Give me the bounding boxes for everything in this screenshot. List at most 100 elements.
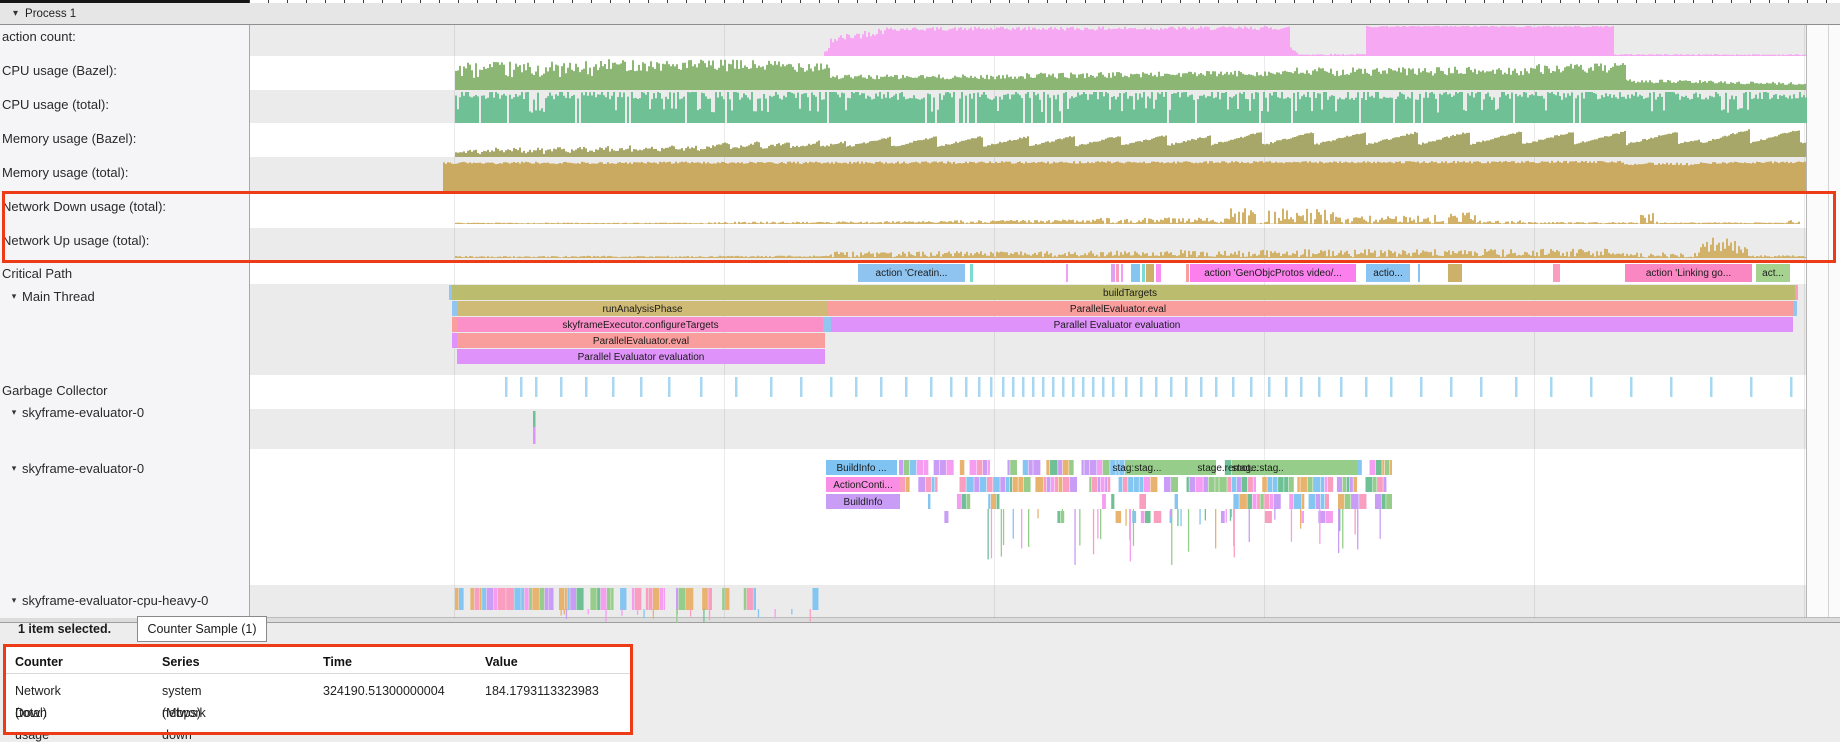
evaluator-slice[interactable]	[1170, 511, 1172, 523]
evaluator-slice[interactable]	[924, 460, 929, 475]
collapse-triangle-icon[interactable]: ▾	[13, 8, 18, 19]
evaluator-slice[interactable]	[1375, 494, 1381, 509]
evaluator-slice[interactable]	[1347, 477, 1350, 492]
evaluator-slice[interactable]	[1141, 511, 1145, 523]
evaluator-slice[interactable]	[1061, 511, 1065, 523]
sidebar-row-cpu-usage-total-[interactable]: CPU usage (total):	[0, 96, 246, 112]
evaluator-slice[interactable]	[1024, 477, 1031, 492]
evaluator-slice[interactable]	[1139, 477, 1143, 492]
evaluator-slice[interactable]	[1390, 460, 1392, 475]
evaluator-slice[interactable]	[1353, 477, 1357, 492]
sidebar-row-action-count-[interactable]: action count:	[0, 28, 246, 44]
sidebar-row-skyframe-evaluator-cpu-heavy-0[interactable]: ▾skyframe-evaluator-cpu-heavy-0	[0, 592, 246, 608]
critical-path-slice[interactable]	[1146, 264, 1154, 282]
critical-path-slice[interactable]	[1142, 264, 1145, 282]
evaluator-slice[interactable]	[1241, 477, 1247, 492]
evaluator-slice[interactable]	[1145, 511, 1151, 523]
evaluator-slice[interactable]	[1164, 477, 1171, 492]
critical-path-slice[interactable]	[1131, 264, 1140, 282]
evaluator-slice[interactable]	[1365, 477, 1372, 492]
evaluator-slice[interactable]	[1270, 494, 1273, 509]
evaluator-slice[interactable]	[1383, 477, 1386, 492]
critical-path-slice[interactable]	[1066, 264, 1068, 282]
evaluator-slice[interactable]	[1248, 477, 1253, 492]
evaluator-slice[interactable]	[1289, 494, 1293, 509]
critical-path-slice[interactable]	[1156, 264, 1161, 282]
sidebar-row-skyframe-evaluator-0[interactable]: ▾skyframe-evaluator-0	[0, 460, 246, 476]
evaluator-slice[interactable]	[899, 460, 903, 475]
evaluator-slice[interactable]	[1294, 494, 1302, 509]
evaluator-slice[interactable]	[974, 477, 979, 492]
evaluator-slice[interactable]	[1221, 511, 1225, 523]
evaluator-slice[interactable]	[1116, 511, 1122, 523]
evaluator-slice[interactable]	[1373, 477, 1377, 492]
evaluator-slice[interactable]	[1232, 460, 1237, 475]
evaluator-slice[interactable]	[1357, 460, 1362, 475]
sidebar-row-memory-usage-total-[interactable]: Memory usage (total):	[0, 164, 246, 180]
evaluator-slice[interactable]	[1006, 477, 1010, 492]
evaluator-slice[interactable]	[910, 460, 916, 475]
evaluator-slice[interactable]	[1253, 477, 1256, 492]
evaluator-slice[interactable]	[1063, 460, 1069, 475]
evaluator-slice[interactable]	[917, 460, 924, 475]
evaluator-slice[interactable]	[1108, 477, 1111, 492]
evaluator-slice[interactable]	[1046, 460, 1049, 475]
evaluator-slice[interactable]	[1057, 511, 1060, 523]
evaluator-slice[interactable]	[1289, 477, 1294, 492]
sidebar-row-cpu-usage-bazel-[interactable]: CPU usage (Bazel):	[0, 62, 246, 78]
evaluator-slice[interactable]	[906, 477, 910, 492]
evaluator-slice[interactable]	[1069, 460, 1074, 475]
evaluator-slice[interactable]	[1225, 460, 1232, 475]
evaluator-slice[interactable]	[926, 477, 931, 492]
evaluator-slice[interactable]	[918, 477, 925, 492]
evaluator-slice[interactable]	[1307, 477, 1312, 492]
evaluator-slice[interactable]	[935, 477, 937, 492]
evaluator-slice[interactable]	[1219, 477, 1227, 492]
evaluator-slice[interactable]	[1084, 460, 1089, 475]
evaluator-slice[interactable]	[1123, 477, 1128, 492]
evaluator-slice[interactable]	[1125, 460, 1128, 475]
sidebar-row-critical-path[interactable]: Critical Path	[0, 265, 246, 281]
evaluator-slice[interactable]	[1215, 477, 1219, 492]
evaluator-slice[interactable]	[1326, 511, 1333, 523]
evaluator-slice[interactable]	[1381, 494, 1385, 509]
evaluator-slice[interactable]	[983, 460, 987, 475]
evaluator-slice[interactable]	[1097, 460, 1102, 475]
sidebar-row-memory-usage-bazel-[interactable]: Memory usage (Bazel):	[0, 130, 246, 146]
evaluator-slice[interactable]	[904, 460, 909, 475]
critical-path-slice[interactable]	[1111, 264, 1115, 282]
evaluator-slice[interactable]	[1144, 477, 1150, 492]
evaluator-slice[interactable]	[1187, 477, 1189, 492]
evaluator-slice[interactable]	[1175, 494, 1178, 509]
evaluator-slice[interactable]	[1227, 477, 1231, 492]
evaluator-slice[interactable]	[1264, 494, 1269, 509]
evaluator-slice[interactable]	[1044, 477, 1046, 492]
evaluator-slice[interactable]	[1237, 477, 1241, 492]
evaluator-slice[interactable]	[977, 460, 982, 475]
evaluator-slice[interactable]	[957, 494, 961, 509]
evaluator-slice[interactable]	[1278, 477, 1284, 492]
evaluator-slice[interactable]	[940, 460, 946, 475]
evaluator-slice[interactable]	[1297, 477, 1299, 492]
evaluator-slice[interactable]	[1013, 477, 1018, 492]
evaluator-slice[interactable]	[1252, 494, 1256, 509]
critical-path-slice[interactable]	[858, 264, 965, 282]
evaluator-slice[interactable]	[1232, 477, 1237, 492]
sidebar-row-main-thread[interactable]: ▾Main Thread	[0, 288, 246, 304]
evaluator-slice[interactable]	[1247, 494, 1252, 509]
evaluator-slice[interactable]	[1350, 477, 1353, 492]
evaluator-slice[interactable]	[1376, 460, 1382, 475]
evaluator-slice[interactable]	[1105, 477, 1107, 492]
evaluator-slice[interactable]	[1262, 477, 1267, 492]
evaluator-slice[interactable]	[987, 477, 993, 492]
evaluator-slice[interactable]	[1265, 511, 1272, 523]
evaluator-slice[interactable]	[966, 477, 973, 492]
evaluator-slice[interactable]	[1208, 477, 1214, 492]
evaluator-slice[interactable]	[1103, 460, 1110, 475]
evaluator-slice[interactable]	[1196, 477, 1203, 492]
evaluator-slice[interactable]	[1033, 460, 1040, 475]
counter-track-memory-usage-bazel[interactable]	[455, 129, 1806, 157]
evaluator-slice[interactable]	[1386, 494, 1392, 509]
evaluator-slice[interactable]	[1050, 460, 1058, 475]
sidebar-row-skyframe-evaluator-0[interactable]: ▾skyframe-evaluator-0	[0, 404, 246, 420]
